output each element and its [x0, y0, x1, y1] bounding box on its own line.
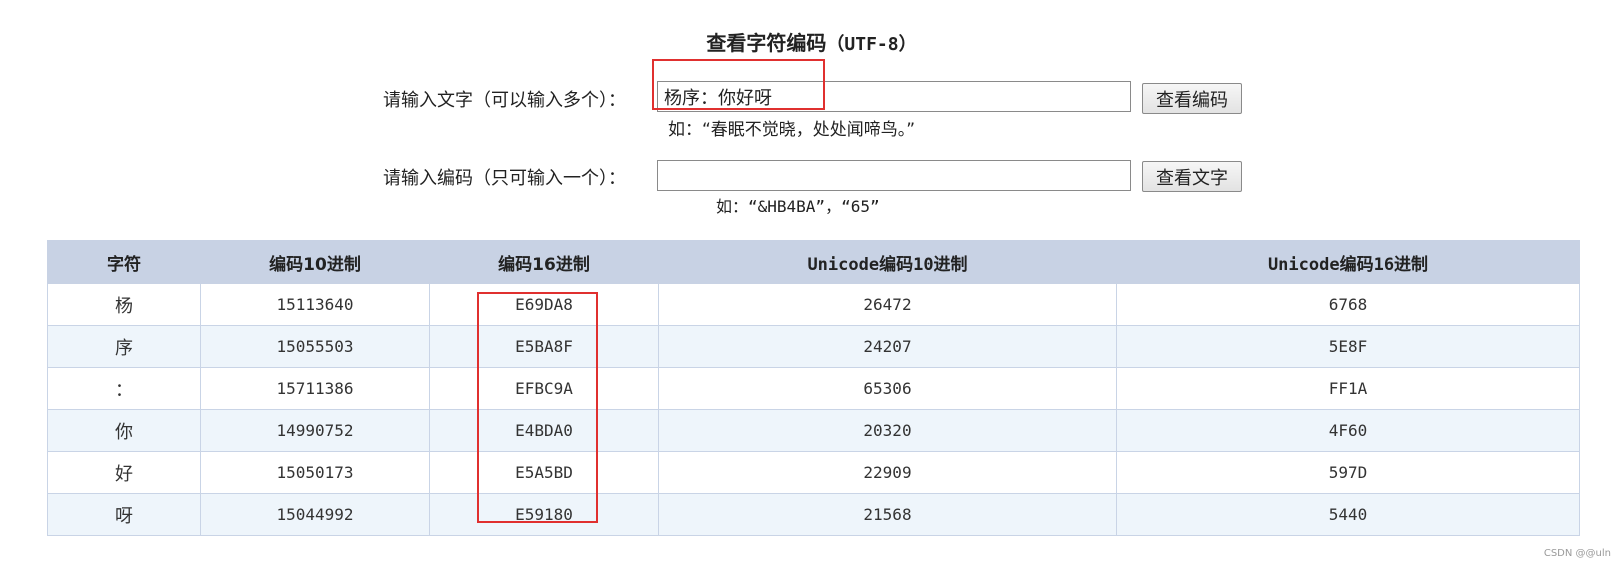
cell-utf8-hex: E59180 [429, 493, 659, 536]
cell-unicode-dec: 22909 [658, 451, 1117, 494]
page-title-main: 查看字符编码 [706, 31, 827, 55]
header-utf8-hex: 编码16进制 [429, 240, 659, 284]
page-title: 查看字符编码（UTF-8） [0, 27, 1623, 56]
watermark: CSDN @@uln [1543, 548, 1611, 559]
cell-unicode-hex: 6768 [1116, 283, 1580, 326]
table-row: 你 14990752 E4BDA0 20320 4F60 [47, 409, 1580, 452]
code-input-label: 请输入编码（只可输入一个）： [383, 168, 626, 189]
text-input[interactable] [657, 81, 1131, 112]
header-utf8-dec: 编码10进制 [200, 240, 430, 284]
cell-unicode-hex: FF1A [1116, 367, 1580, 410]
cell-utf8-hex: E5BA8F [429, 325, 659, 368]
cell-unicode-dec: 24207 [658, 325, 1117, 368]
encoding-table: 字符 编码10进制 编码16进制 Unicode编码10进制 Unicode编码… [47, 240, 1580, 536]
cell-char: ： [47, 367, 201, 410]
cell-utf8-dec: 15044992 [200, 493, 430, 536]
cell-unicode-dec: 21568 [658, 493, 1117, 536]
cell-utf8-hex: E4BDA0 [429, 409, 659, 452]
cell-unicode-hex: 5E8F [1116, 325, 1580, 368]
page-title-suffix: （UTF-8） [826, 34, 917, 55]
table-row: 呀 15044992 E59180 21568 5440 [47, 493, 1580, 536]
table-row: ： 15711386 EFBC9A 65306 FF1A [47, 367, 1580, 410]
text-input-hint: 如：“春眠不觉晓，处处闻啼鸟。” [668, 120, 916, 140]
cell-char: 好 [47, 451, 201, 494]
cell-utf8-hex: E69DA8 [429, 283, 659, 326]
header-unicode-dec: Unicode编码10进制 [658, 240, 1117, 284]
cell-unicode-hex: 4F60 [1116, 409, 1580, 452]
cell-char: 呀 [47, 493, 201, 536]
code-input[interactable] [657, 160, 1131, 191]
cell-utf8-dec: 15711386 [200, 367, 430, 410]
table-row: 好 15050173 E5A5BD 22909 597D [47, 451, 1580, 494]
cell-utf8-dec: 15113640 [200, 283, 430, 326]
cell-unicode-dec: 20320 [658, 409, 1117, 452]
table-row: 杨 15113640 E69DA8 26472 6768 [47, 283, 1580, 326]
cell-utf8-dec: 14990752 [200, 409, 430, 452]
cell-char: 杨 [47, 283, 201, 326]
header-unicode-hex: Unicode编码16进制 [1116, 240, 1580, 284]
cell-utf8-hex: EFBC9A [429, 367, 659, 410]
cell-utf8-dec: 15055503 [200, 325, 430, 368]
view-text-button[interactable]: 查看文字 [1142, 161, 1242, 192]
cell-utf8-dec: 15050173 [200, 451, 430, 494]
cell-char: 你 [47, 409, 201, 452]
cell-unicode-hex: 597D [1116, 451, 1580, 494]
view-code-button[interactable]: 查看编码 [1142, 83, 1242, 114]
cell-unicode-hex: 5440 [1116, 493, 1580, 536]
page: 查看字符编码（UTF-8） 请输入文字（可以输入多个）： 查看编码 如：“春眠不… [0, 0, 1623, 565]
header-char: 字符 [47, 240, 201, 284]
cell-unicode-dec: 65306 [658, 367, 1117, 410]
cell-utf8-hex: E5A5BD [429, 451, 659, 494]
cell-unicode-dec: 26472 [658, 283, 1117, 326]
code-input-hint: 如：“&HB4BA”，“65” [716, 197, 880, 216]
table-row: 序 15055503 E5BA8F 24207 5E8F [47, 325, 1580, 368]
text-input-label: 请输入文字（可以输入多个）： [383, 90, 626, 111]
cell-char: 序 [47, 325, 201, 368]
table-header-row: 字符 编码10进制 编码16进制 Unicode编码10进制 Unicode编码… [47, 240, 1580, 284]
